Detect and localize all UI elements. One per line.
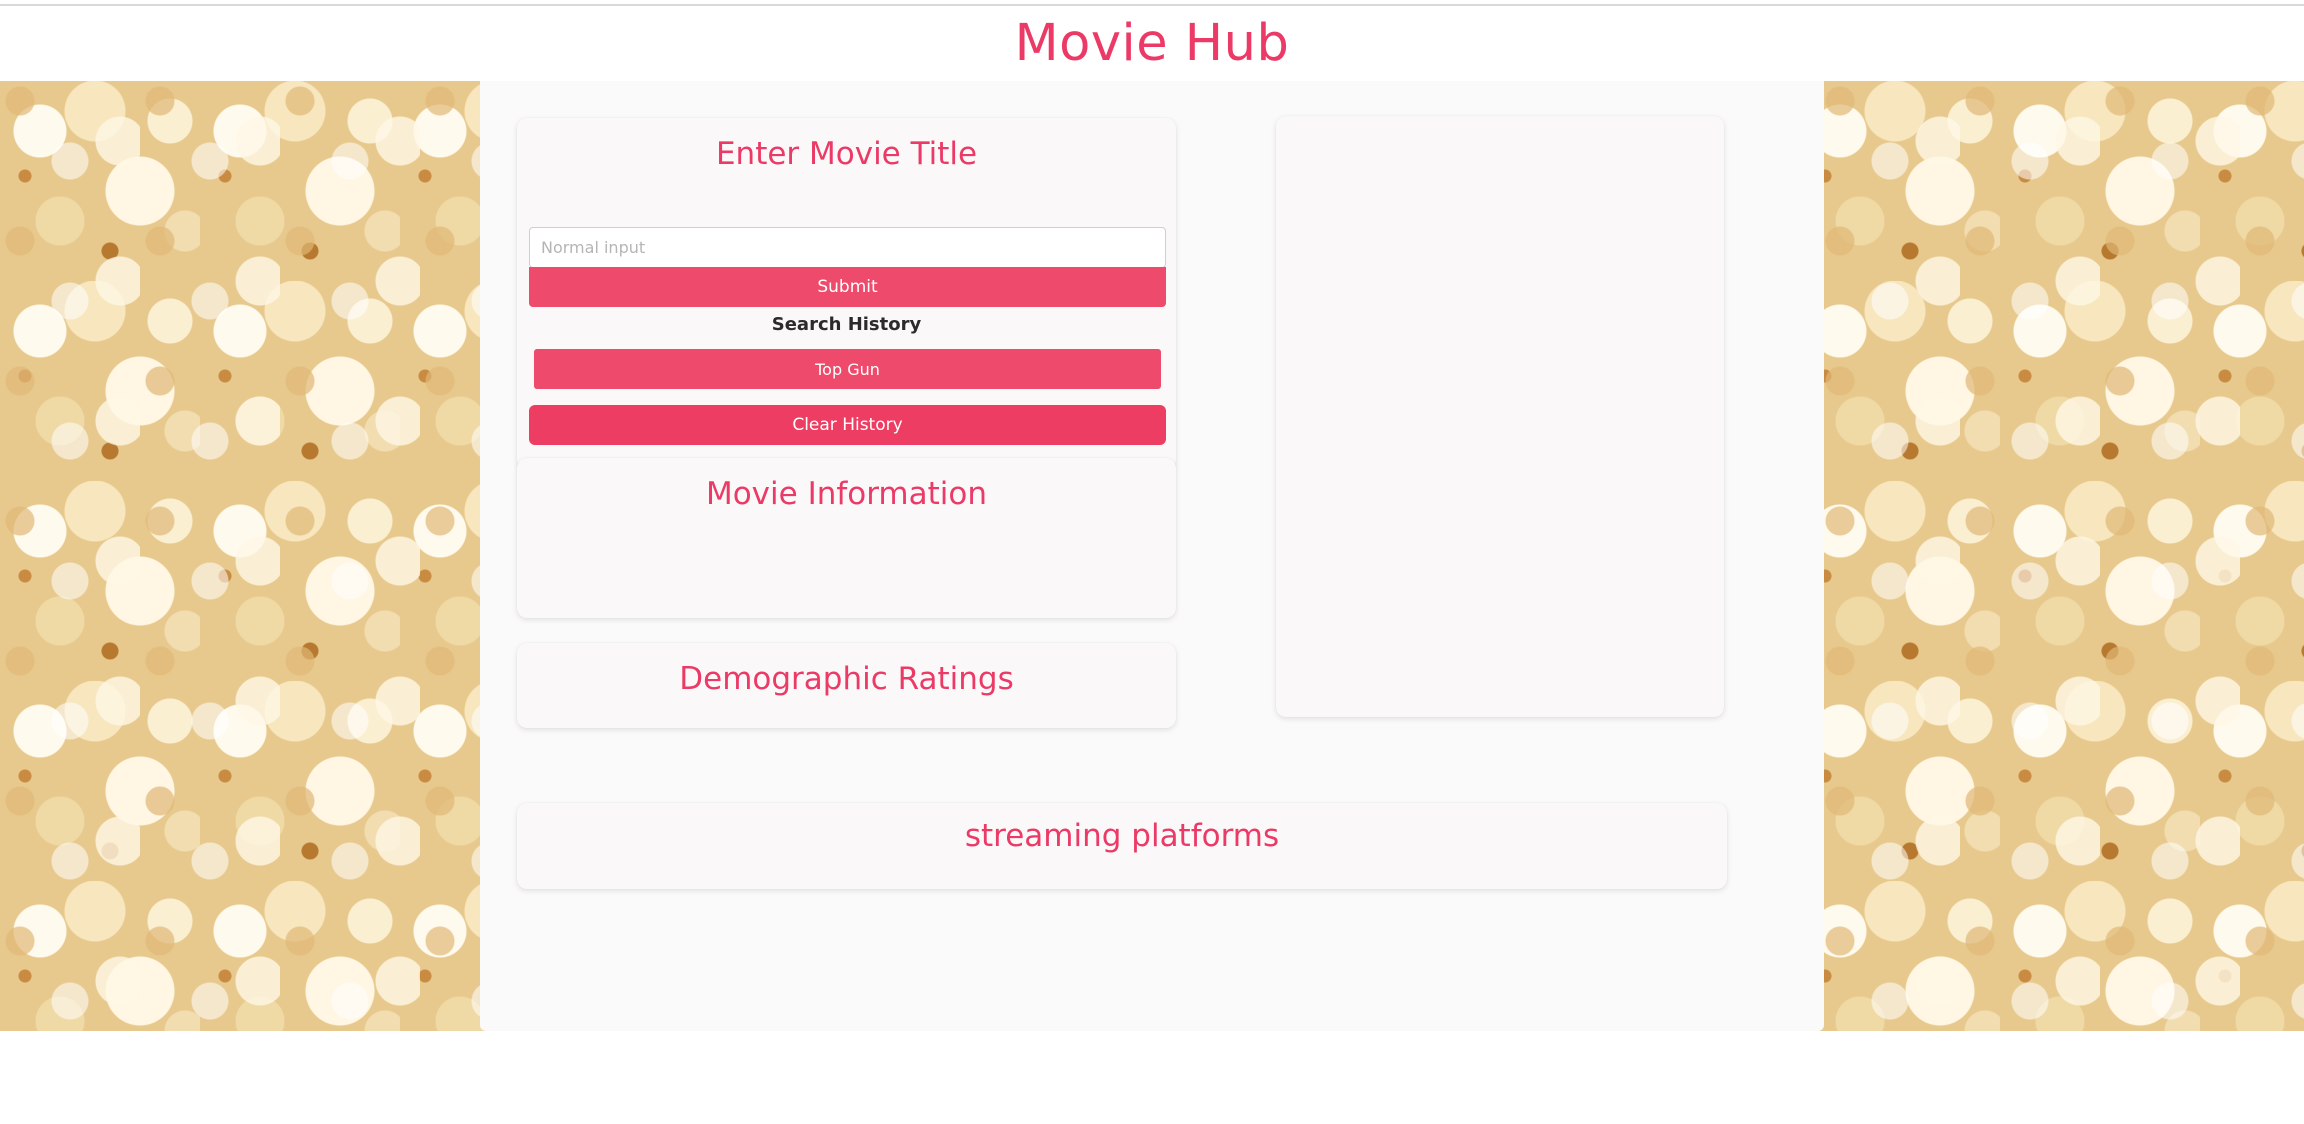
- streaming-platforms-card: streaming platforms: [517, 803, 1727, 889]
- site-header: Movie Hub: [0, 6, 2304, 81]
- search-card: Enter Movie Title Submit Search History …: [517, 118, 1176, 470]
- search-card-title: Enter Movie Title: [715, 136, 978, 172]
- main-panel: Enter Movie Title Submit Search History …: [480, 81, 1824, 1031]
- site-title: Movie Hub: [1014, 14, 1290, 73]
- movie-poster-card: [1276, 116, 1724, 717]
- demographic-ratings-title: Demographic Ratings: [679, 661, 1014, 697]
- movie-title-input[interactable]: [529, 227, 1166, 268]
- streaming-platforms-title: streaming platforms: [964, 818, 1280, 854]
- clear-history-button[interactable]: Clear History: [529, 405, 1166, 445]
- submit-button[interactable]: Submit: [529, 267, 1166, 307]
- search-history-item[interactable]: Top Gun: [534, 349, 1161, 389]
- search-history-label: Search History: [771, 314, 922, 335]
- demographic-ratings-card: Demographic Ratings: [517, 643, 1176, 728]
- movie-information-title: Movie Information: [705, 476, 988, 512]
- movie-information-card: Movie Information: [517, 458, 1176, 618]
